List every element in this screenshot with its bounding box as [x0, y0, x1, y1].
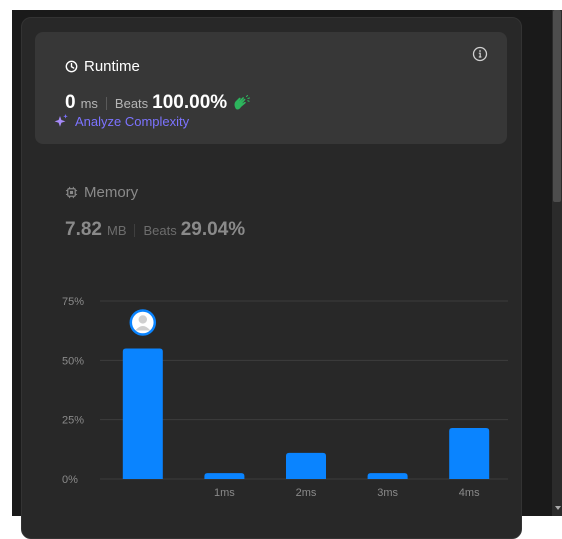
x-tick-label: 1ms [214, 487, 235, 499]
distribution-bar[interactable] [286, 452, 326, 479]
y-tick-label: 75% [62, 296, 84, 308]
distribution-bar[interactable] [204, 473, 245, 479]
runtime-distribution-chart: 75% 50% 25% 0% 1ms 2ms 3ms 4ms [62, 296, 508, 499]
distribution-bar[interactable] [367, 473, 408, 479]
x-tick-label: 3ms [377, 487, 398, 499]
distribution-bar[interactable] [122, 348, 163, 479]
y-tick-label: 25% [62, 415, 84, 427]
y-tick-label: 50% [62, 355, 84, 367]
x-tick-label: 2ms [296, 487, 317, 499]
avatar-head [138, 315, 147, 324]
distribution-bar[interactable] [449, 427, 490, 479]
x-tick-label: 4ms [459, 487, 480, 499]
avatar-icon [129, 309, 157, 336]
y-tick-label: 0% [62, 474, 78, 486]
